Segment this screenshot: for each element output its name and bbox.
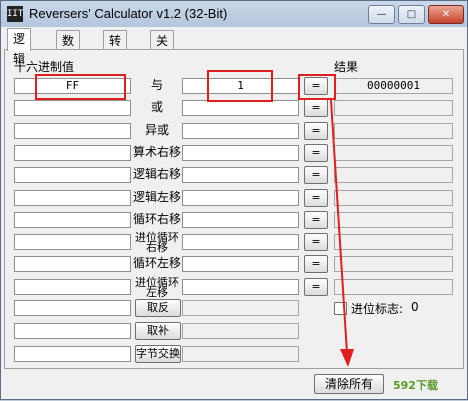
- op-label-5: 逻辑左移: [133, 190, 182, 204]
- result-field-4: [334, 167, 453, 183]
- result-field-5: [334, 190, 453, 206]
- result-field-2: [334, 123, 453, 139]
- result-field-0: 00000001: [334, 78, 453, 94]
- input-a-field-3[interactable]: [14, 145, 131, 161]
- result-field-1: [334, 100, 453, 116]
- result-field-7: [334, 234, 453, 250]
- input-b-field-9[interactable]: [182, 279, 299, 295]
- carry-flag-value: 0: [411, 300, 419, 314]
- input-b-field[interactable]: 1: [182, 78, 299, 94]
- equals-button-5[interactable]: =: [304, 189, 328, 207]
- op-label-2: 异或: [144, 123, 169, 137]
- result-label: 结果: [334, 60, 359, 74]
- unary-input-2[interactable]: [14, 346, 131, 362]
- unary-op-button-0[interactable]: 取反: [135, 299, 181, 317]
- input-b-field-7[interactable]: [182, 234, 299, 250]
- input-b-field-6[interactable]: [182, 212, 299, 228]
- result-field-9: [334, 279, 453, 295]
- input-b-field-5[interactable]: [182, 190, 299, 206]
- logic-panel: [4, 49, 464, 369]
- input-a-field-5[interactable]: [14, 190, 131, 206]
- tab-convert[interactable]: 转换: [103, 30, 128, 68]
- op-label-3: 算术右移: [133, 145, 182, 159]
- input-b-field-2[interactable]: [182, 123, 299, 139]
- equals-button-9[interactable]: =: [304, 278, 328, 296]
- op-label-1: 或: [150, 100, 163, 114]
- input-b-field-4[interactable]: [182, 167, 299, 183]
- minimize-button[interactable]: —: [368, 5, 395, 24]
- equals-button-3[interactable]: =: [304, 144, 328, 162]
- tab-logic[interactable]: 逻辑: [7, 28, 32, 66]
- close-button[interactable]: ✕: [428, 5, 464, 24]
- app-icon: IIT: [7, 6, 23, 22]
- unary-input-0[interactable]: [14, 300, 131, 316]
- op-label-7: 进位循环右移: [135, 231, 179, 254]
- result-field-3: [334, 145, 453, 161]
- op-label-6: 循环右移: [133, 212, 182, 226]
- equals-button-8[interactable]: =: [304, 255, 328, 273]
- unary-input-1[interactable]: [14, 323, 131, 339]
- op-label-9: 进位循环左移: [135, 276, 179, 299]
- unary-result-1: [182, 323, 299, 339]
- input-a-field-1[interactable]: [14, 100, 131, 116]
- clear-all-button[interactable]: 清除所有: [314, 374, 384, 394]
- input-a-field-7[interactable]: [14, 234, 131, 250]
- input-b-field-8[interactable]: [182, 256, 299, 272]
- equals-button-7[interactable]: =: [304, 233, 328, 251]
- op-label-0: 与: [150, 78, 163, 92]
- unary-op-button-2[interactable]: 字节交换: [135, 345, 181, 363]
- equals-button-0[interactable]: =: [304, 77, 328, 95]
- input-b-field-1[interactable]: [182, 100, 299, 116]
- equals-button-2[interactable]: =: [304, 122, 328, 140]
- input-b-field-3[interactable]: [182, 145, 299, 161]
- equals-button-6[interactable]: =: [304, 211, 328, 229]
- unary-op-button-1[interactable]: 取补: [135, 322, 181, 340]
- calculator-window: IIT Reversers' Calculator v1.2 (32-Bit) …: [0, 0, 468, 400]
- title-bar: IIT Reversers' Calculator v1.2 (32-Bit) …: [1, 1, 467, 27]
- input-a-field-2[interactable]: [14, 123, 131, 139]
- result-field-6: [334, 212, 453, 228]
- unary-result-2: [182, 346, 299, 362]
- tab-about[interactable]: 关于: [150, 30, 175, 68]
- result-field-8: [334, 256, 453, 272]
- window-title: Reversers' Calculator v1.2 (32-Bit): [29, 6, 228, 21]
- carry-flag-label: 进位标志:: [351, 302, 404, 316]
- input-a-field[interactable]: FF: [14, 78, 131, 94]
- unary-result-0: [182, 300, 299, 316]
- carry-flag-checkbox[interactable]: [334, 302, 347, 315]
- input-a-field-8[interactable]: [14, 256, 131, 272]
- input-a-field-4[interactable]: [14, 167, 131, 183]
- tab-math[interactable]: 数学: [56, 30, 81, 68]
- equals-button-4[interactable]: =: [304, 166, 328, 184]
- op-label-4: 逻辑右移: [133, 167, 182, 181]
- input-a-field-6[interactable]: [14, 212, 131, 228]
- watermark: 592下载: [393, 379, 438, 392]
- op-label-8: 循环左移: [133, 256, 182, 270]
- equals-button-1[interactable]: =: [304, 99, 328, 117]
- input-a-field-9[interactable]: [14, 279, 131, 295]
- maximize-button[interactable]: □: [398, 5, 425, 24]
